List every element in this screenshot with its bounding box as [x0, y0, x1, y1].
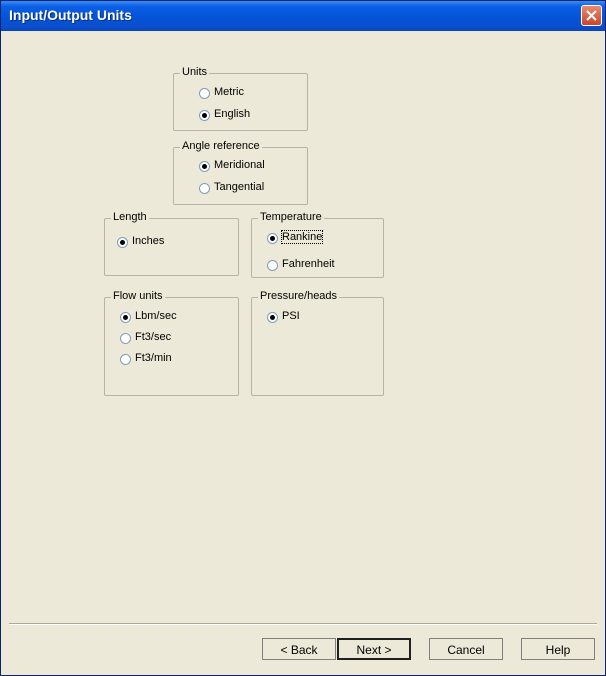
radio-selected-dot	[270, 236, 275, 241]
radio-circle	[267, 312, 278, 323]
dialog-window: Input/Output Units Units Metric English …	[0, 0, 606, 676]
radio-label: Metric	[214, 86, 244, 98]
radio-label: Meridional	[214, 159, 265, 171]
next-button[interactable]: Next >	[337, 638, 411, 660]
radio-circle	[267, 233, 278, 244]
radio-label: Fahrenheit	[282, 258, 335, 270]
back-button[interactable]: < Back	[262, 638, 336, 660]
radio-circle	[120, 312, 131, 323]
temperature-group-title: Temperature	[258, 211, 324, 223]
close-button[interactable]	[581, 5, 602, 26]
radio-label: PSI	[282, 310, 300, 322]
cancel-button[interactable]: Cancel	[429, 638, 503, 660]
radio-circle	[120, 333, 131, 344]
pressure-heads-group-title: Pressure/heads	[258, 290, 340, 302]
radio-circle	[199, 161, 210, 172]
radio-label: English	[214, 108, 251, 120]
radio-circle	[199, 88, 210, 99]
flow-units-group: Flow units Lbm/sec Ft3/sec Ft3/min	[104, 290, 239, 396]
units-group: Units Metric English	[173, 66, 308, 131]
radio-circle	[117, 237, 128, 248]
radio-selected-dot	[120, 240, 125, 245]
units-group-title: Units	[180, 66, 210, 78]
temperature-group: Temperature Rankine Fahrenheit	[251, 211, 384, 278]
flow-units-group-title: Flow units	[111, 290, 165, 302]
pressure-heads-group: Pressure/heads PSI	[251, 290, 384, 396]
radio-selected-dot	[202, 164, 207, 169]
angle-reference-group-title: Angle reference	[180, 140, 262, 152]
radio-selected-dot	[202, 113, 207, 118]
length-group: Length Inches	[104, 211, 239, 276]
help-button[interactable]: Help	[521, 638, 595, 660]
title-bar[interactable]: Input/Output Units	[1, 1, 605, 31]
angle-reference-group: Angle reference Meridional Tangential	[173, 140, 308, 205]
radio-circle	[199, 183, 210, 194]
radio-circle	[120, 354, 131, 365]
length-group-title: Length	[111, 211, 149, 223]
radio-circle	[267, 260, 278, 271]
window-title: Input/Output Units	[9, 7, 132, 23]
radio-label: Ft3/sec	[135, 331, 172, 343]
radio-selected-dot	[123, 315, 128, 320]
radio-label: Lbm/sec	[135, 310, 177, 322]
radio-circle	[199, 110, 210, 121]
radio-label: Tangential	[214, 181, 265, 193]
radio-label: Inches	[132, 235, 165, 247]
close-icon	[586, 10, 597, 21]
radio-label: Ft3/min	[135, 352, 172, 364]
radio-selected-dot	[270, 315, 275, 320]
radio-label: Rankine	[280, 230, 324, 244]
footer-separator	[9, 623, 597, 625]
